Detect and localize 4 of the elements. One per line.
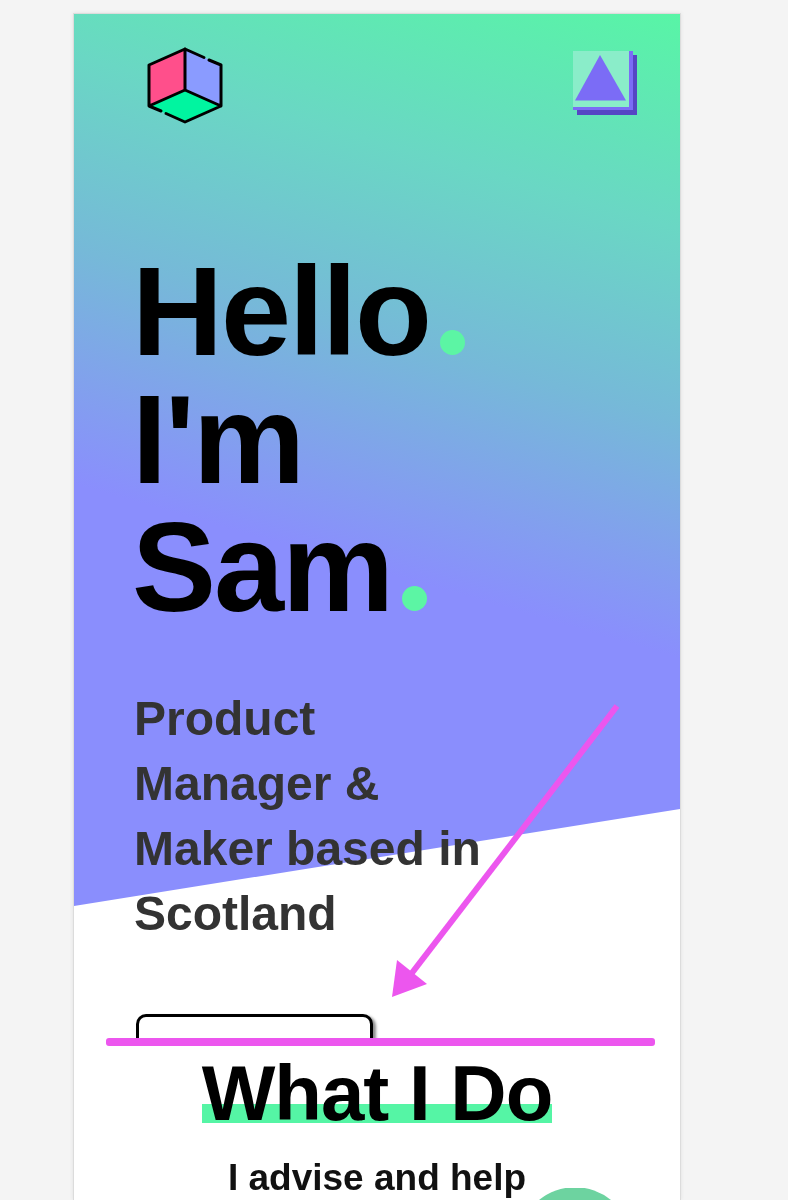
cube-icon[interactable] <box>146 46 224 126</box>
outlined-button[interactable] <box>136 1014 373 1038</box>
triangle-icon[interactable] <box>573 51 637 115</box>
intro-text: I advise and help <box>227 1159 527 1196</box>
